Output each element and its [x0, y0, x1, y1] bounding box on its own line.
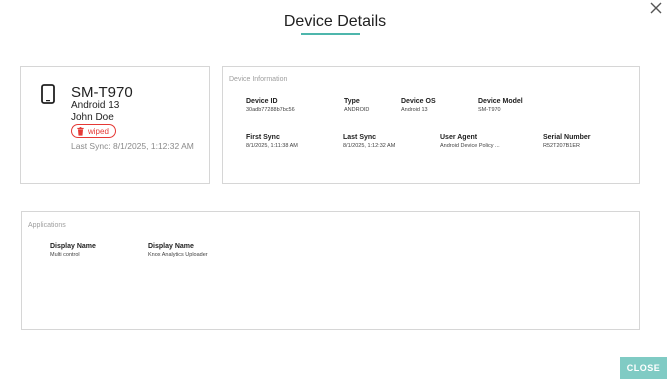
last-sync: Last Sync: 8/1/2025, 1:12:32 AM [71, 141, 194, 151]
field-label: Display Name [50, 243, 96, 250]
close-button[interactable]: CLOSE [620, 357, 667, 379]
field-label: Last Sync [343, 134, 377, 141]
device-model-field: Device Model SM-T970 [478, 98, 523, 113]
first-sync-field: First Sync 8/1/2025, 1:11:38 AM [246, 134, 298, 149]
field-value: Android 13 [401, 107, 428, 113]
dialog-title: Device Details [283, 13, 387, 30]
application-item: Display Name Multi control [50, 243, 96, 258]
field-label: Device Model [478, 98, 523, 105]
device-id-field: Device ID 30adb77288b7bc56 [246, 98, 295, 113]
device-model: SM-T970 [71, 84, 133, 101]
field-label: Type [344, 98, 360, 105]
field-value: R52T207B1ER [543, 143, 580, 149]
section-label: Device Information [229, 76, 288, 83]
field-value: 8/1/2025, 1:11:38 AM [246, 143, 298, 149]
serial-number-field: Serial Number R52T207B1ER [543, 134, 590, 149]
field-label: Device OS [401, 98, 436, 105]
status-label: wiped [88, 126, 109, 136]
field-label: First Sync [246, 134, 280, 141]
device-user: John Doe [71, 112, 114, 123]
type-field: Type ANDROID [344, 98, 369, 113]
field-value: ANDROID [344, 107, 370, 113]
application-item: Display Name Knox Analytics Uploader [148, 243, 208, 258]
smartphone-icon [41, 84, 55, 104]
device-os: Android 13 [71, 100, 120, 111]
field-label: Device ID [246, 98, 278, 105]
field-value: SM-T970 [478, 107, 501, 113]
field-label: Serial Number [543, 134, 591, 141]
field-value: 8/1/2025, 1:12:32 AM [343, 143, 396, 149]
device-os-field: Device OS Android 13 [401, 98, 436, 113]
field-value: Multi control [50, 252, 80, 258]
field-value: 30adb77288b7bc56 [246, 107, 295, 113]
field-value: Android Device Policy ... [440, 143, 500, 149]
field-label: User Agent [440, 134, 478, 141]
device-summary-card: SM-T970 Android 13 John Doe wiped Last S… [20, 66, 210, 184]
last-sync-field: Last Sync 8/1/2025, 1:12:32 AM [343, 134, 395, 149]
applications-card: Applications Display Name Multi control … [21, 211, 640, 330]
trash-icon [77, 126, 84, 136]
user-agent-field: User Agent Android Device Policy ... [440, 134, 500, 149]
status-badge: wiped [71, 124, 116, 138]
section-label: Applications [28, 222, 66, 229]
device-information-card: Device Information Device ID 30adb77288b… [222, 66, 640, 184]
field-value: Knox Analytics Uploader [148, 252, 208, 258]
title-underline [301, 33, 360, 35]
field-label: Display Name [148, 243, 194, 250]
